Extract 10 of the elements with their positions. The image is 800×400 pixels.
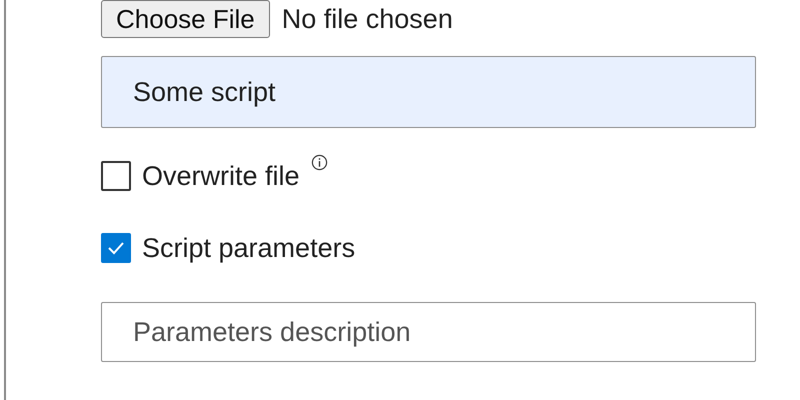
script-name-field[interactable]: Some script (101, 56, 756, 128)
checkbox[interactable] (101, 161, 131, 191)
option-label: Script parameters (142, 232, 356, 264)
checkbox[interactable] (101, 233, 131, 263)
checkmark-icon (106, 240, 126, 256)
option-label: Overwrite file (142, 160, 300, 192)
choose-file-button[interactable]: Choose File (101, 0, 270, 38)
file-status-text: No file chosen (282, 4, 453, 34)
info-icon[interactable] (310, 154, 328, 171)
parameters-description-field[interactable]: Parameters description (101, 302, 756, 362)
